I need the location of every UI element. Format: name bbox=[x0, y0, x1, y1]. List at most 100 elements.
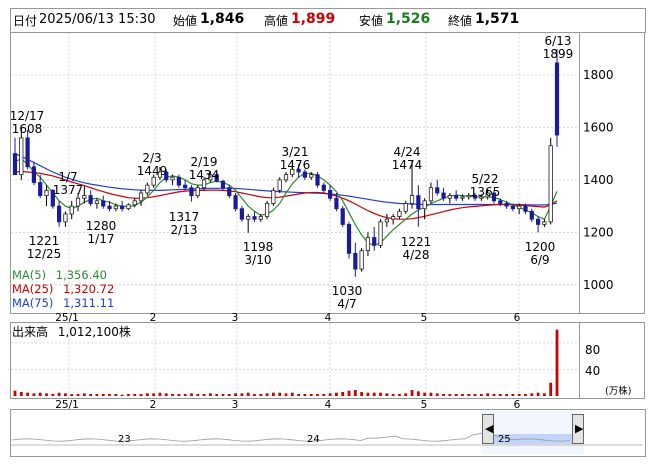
date-tick-4: 4 bbox=[325, 312, 332, 324]
candle-body-47 bbox=[309, 174, 314, 178]
candle-body-54 bbox=[353, 252, 358, 270]
annotation-date-3: 1/17 bbox=[88, 232, 115, 246]
volume-tick-80: 80 bbox=[585, 343, 601, 357]
annotation-date-0: 12/17 bbox=[10, 109, 45, 123]
candle-body-42 bbox=[277, 179, 282, 191]
candle-body-38 bbox=[252, 216, 257, 220]
candle-body-86 bbox=[554, 62, 560, 136]
volume-bar-33 bbox=[221, 394, 225, 396]
volume-bar-16 bbox=[114, 394, 118, 396]
candle-body-35 bbox=[233, 195, 238, 210]
volume-bar-30 bbox=[202, 394, 206, 396]
candle-body-27 bbox=[183, 184, 188, 189]
annotation-value-10: 1474 bbox=[392, 158, 423, 172]
price-tick-1200: 1200 bbox=[583, 225, 614, 239]
candle-body-25 bbox=[170, 176, 175, 181]
volume-bar-78 bbox=[505, 394, 508, 396]
annotation-date-11: 4/28 bbox=[403, 248, 430, 262]
volume-bar-29 bbox=[196, 394, 200, 396]
ma75-legend: MA(75) 1,311.11 bbox=[12, 296, 114, 310]
candle-body-20 bbox=[138, 192, 144, 202]
ma5-value: 1,356.40 bbox=[55, 268, 107, 282]
price-tick-1800: 1800 bbox=[583, 68, 614, 82]
volume-bar-38 bbox=[253, 394, 256, 396]
candle-body-57 bbox=[372, 237, 377, 246]
date-tick-5: 5 bbox=[421, 312, 428, 324]
volume-bar-77 bbox=[498, 394, 502, 396]
volume-bar-57 bbox=[372, 392, 376, 396]
candle-body-79 bbox=[510, 205, 515, 210]
annotation-date-2: 1/7 bbox=[58, 170, 77, 184]
candle-body-34 bbox=[227, 187, 232, 197]
volume-bar-3 bbox=[32, 393, 36, 396]
candle-body-63 bbox=[409, 195, 415, 204]
candle-body-71 bbox=[460, 196, 465, 199]
chart-widget: 日付 2025/06/13 15:30 始値 1,846 高値 1,899 安値… bbox=[0, 0, 653, 470]
volume-bar-14 bbox=[101, 394, 105, 396]
candle-body-26 bbox=[176, 176, 181, 186]
volume-bar-1 bbox=[19, 392, 23, 396]
candle-body-51 bbox=[334, 197, 339, 210]
volume-bar-75 bbox=[486, 393, 490, 396]
volume-bar-44 bbox=[290, 392, 294, 396]
volume-bar-45 bbox=[297, 394, 301, 396]
chart-svg: 12/171608122112/251/7137712801/172/31449… bbox=[10, 33, 643, 454]
candle-body-2 bbox=[25, 137, 30, 168]
ma75-label: MA(75) bbox=[12, 296, 54, 310]
ma5-label: MA(5) bbox=[12, 268, 47, 282]
ma25-label: MA(25) bbox=[12, 282, 54, 296]
candle-body-12 bbox=[88, 195, 93, 204]
volume-tick-40: 40 bbox=[585, 364, 601, 378]
annotation-value-11: 1221 bbox=[401, 235, 432, 249]
volume-bar-65 bbox=[423, 392, 427, 396]
volume-bar-17 bbox=[120, 394, 124, 396]
candle-body-7 bbox=[57, 205, 62, 223]
volume-bar-62 bbox=[404, 393, 408, 396]
price-axis-ticks: 1000 1200 1400 1600 1800 bbox=[583, 68, 614, 292]
volume-label: 出来高 bbox=[12, 325, 49, 339]
annotation-value-4: 1449 bbox=[137, 164, 168, 178]
volume-bar-32 bbox=[215, 394, 219, 396]
candle-body-39 bbox=[258, 216, 263, 220]
volume-bar-34 bbox=[227, 394, 231, 396]
volume-bar-83 bbox=[536, 392, 540, 396]
volume-bar-86 bbox=[555, 329, 559, 396]
annotation-date-10: 4/24 bbox=[394, 145, 421, 159]
volume-bar-43 bbox=[284, 393, 288, 396]
candle-body-64 bbox=[416, 195, 421, 210]
date-tick-2: 2 bbox=[150, 312, 157, 324]
price-tick-1000: 1000 bbox=[583, 278, 614, 292]
volume-bar-19 bbox=[133, 394, 137, 396]
navigator-right-handle[interactable]: ▶ bbox=[572, 414, 584, 444]
annotation-date-6: 2/19 bbox=[191, 155, 218, 169]
candle-body-22 bbox=[151, 176, 156, 186]
volume-bar-63 bbox=[410, 390, 414, 396]
candle-body-85 bbox=[548, 145, 553, 223]
navigator-left-handle[interactable]: ◀ bbox=[482, 414, 494, 444]
volume-bar-60 bbox=[391, 394, 395, 396]
volume-bar-66 bbox=[429, 392, 433, 396]
volume-bar-39 bbox=[259, 394, 263, 396]
volume-bar-79 bbox=[511, 394, 515, 396]
volume-bar-84 bbox=[542, 393, 546, 396]
candle-body-28 bbox=[189, 187, 194, 197]
candle-body-77 bbox=[498, 200, 503, 204]
candle-body-13 bbox=[94, 200, 100, 204]
volume-bar-47 bbox=[309, 394, 313, 396]
volume-bar-73 bbox=[473, 394, 477, 396]
volume-bar-8 bbox=[64, 393, 67, 396]
volume-bar-50 bbox=[328, 393, 332, 396]
candle-body-29 bbox=[195, 187, 200, 197]
candle-body-36 bbox=[239, 208, 244, 220]
annotation-date-14: 6/13 bbox=[545, 34, 572, 48]
annotation-value-3: 1280 bbox=[86, 219, 117, 233]
date-tick-vol-2: 2 bbox=[150, 399, 157, 411]
annotation-value-14: 1899 bbox=[543, 47, 574, 61]
candle-body-61 bbox=[397, 210, 402, 217]
volume-bar-46 bbox=[303, 394, 307, 396]
candle-body-56 bbox=[365, 237, 371, 252]
volume-bar-48 bbox=[316, 394, 319, 396]
annotation-value-13: 1200 bbox=[525, 240, 556, 254]
volume-bar-21 bbox=[145, 393, 149, 396]
annotation-date-12: 5/22 bbox=[472, 172, 499, 186]
